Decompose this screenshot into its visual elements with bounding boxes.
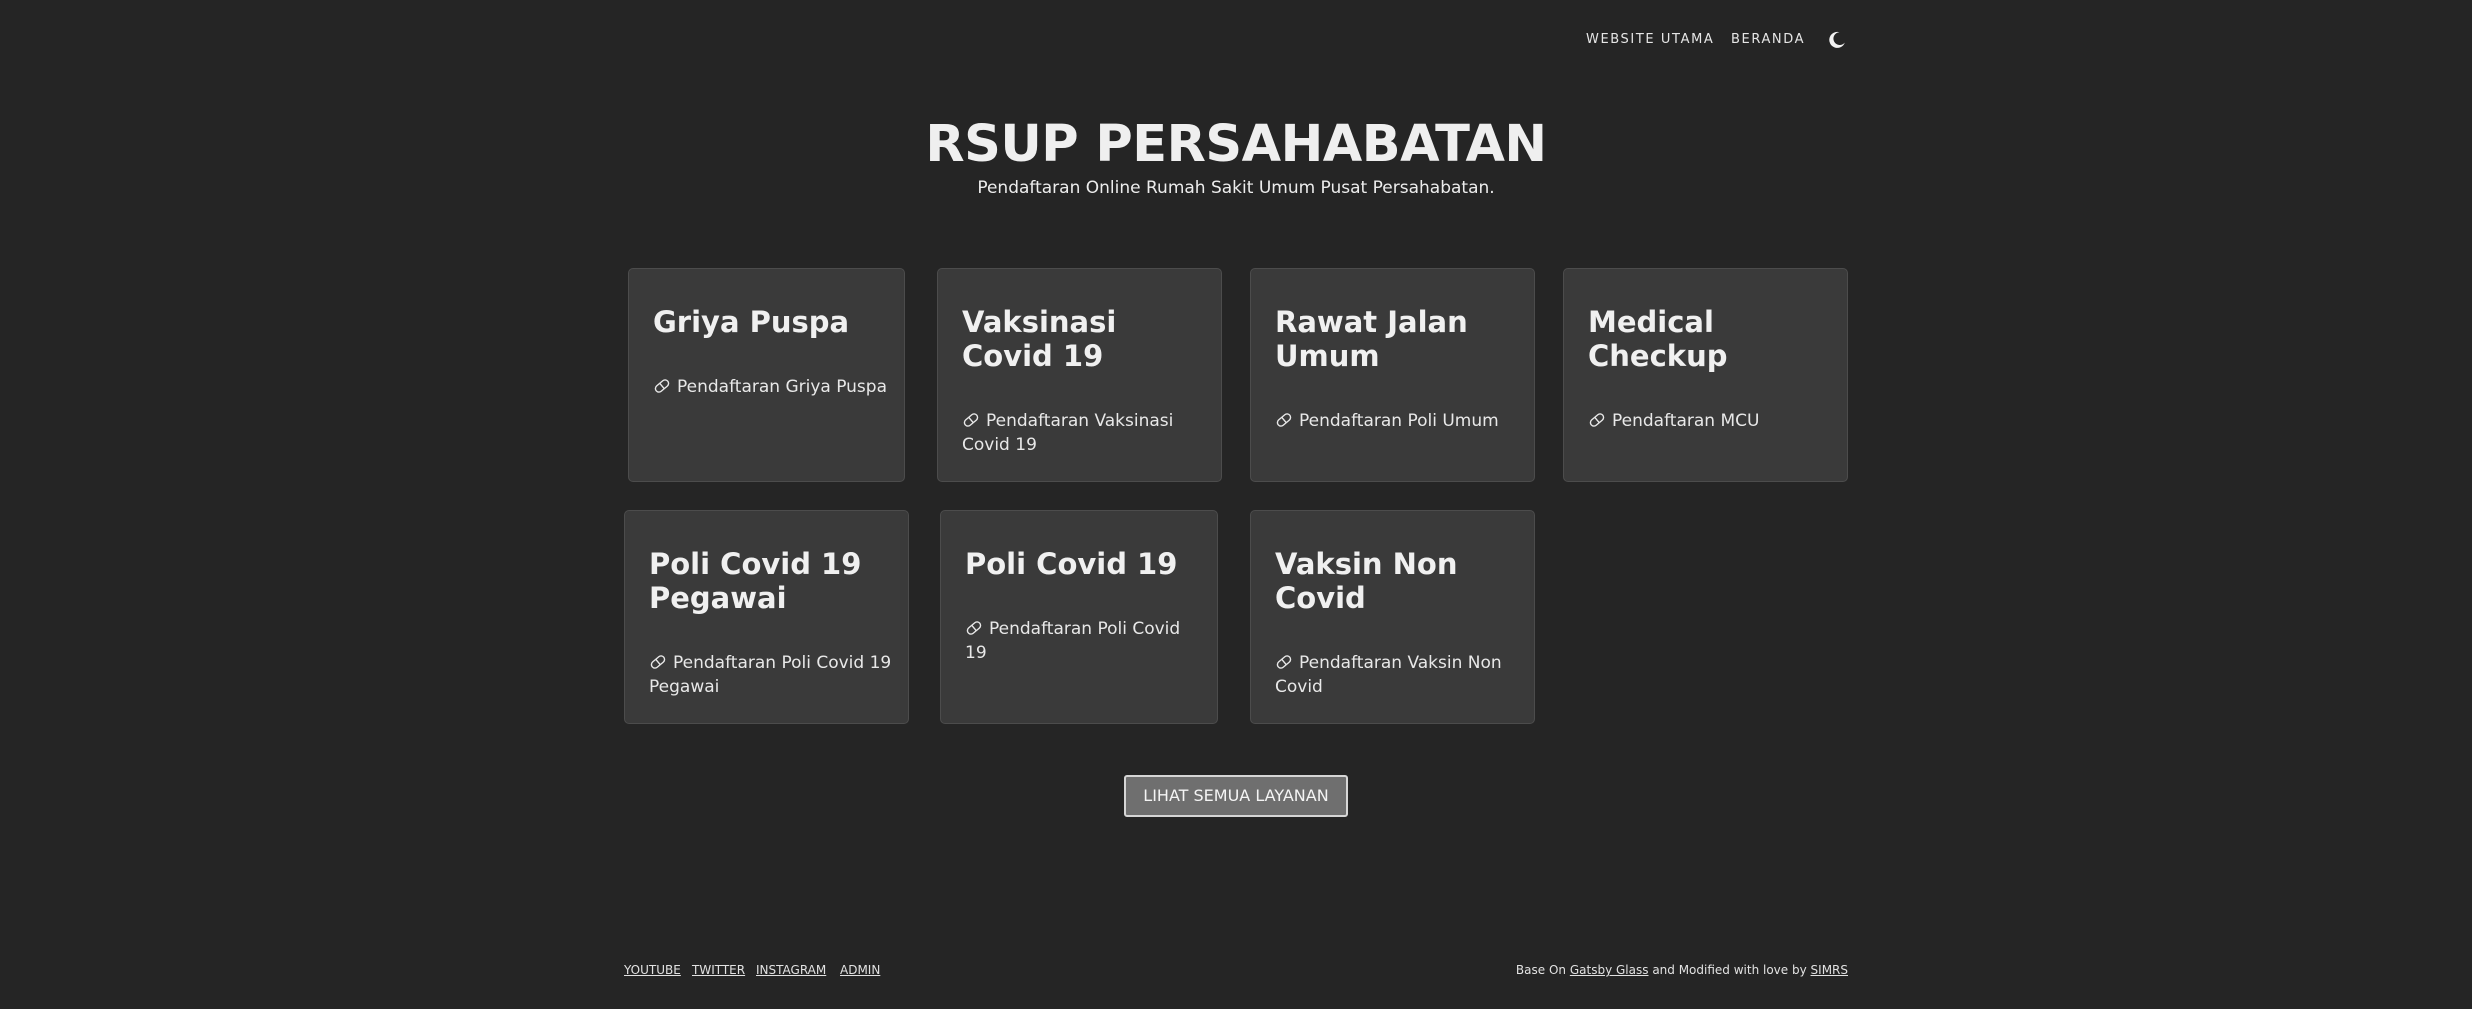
pill-icon (654, 379, 670, 393)
credit-base-link[interactable]: Gatsby Glass (1570, 963, 1649, 977)
service-card-griya-puspa[interactable]: Griya Puspa Pendaftaran Griya Puspa (628, 268, 905, 482)
service-card-rawat-jalan-umum[interactable]: Rawat Jalan Umum Pendaftaran Poli Umum (1250, 268, 1535, 482)
card-link[interactable]: Pendaftaran Poli Covid 19 (965, 617, 1205, 665)
card-title: Rawat Jalan Umum (1275, 305, 1468, 373)
card-link-label: Pendaftaran Vaksin Non Covid (1275, 653, 1502, 697)
card-link-label: Pendaftaran Vaksinasi Covid 19 (962, 411, 1174, 455)
service-card-poli-covid-19-pegawai[interactable]: Poli Covid 19 Pegawai Pendaftaran Poli C… (624, 510, 909, 724)
footer-link-instagram[interactable]: INSTAGRAM (756, 962, 826, 978)
credit-author-link[interactable]: SIMRS (1811, 963, 1848, 977)
card-link[interactable]: Pendaftaran Vaksinasi Covid 19 (962, 409, 1209, 457)
pill-icon (650, 655, 666, 669)
card-link[interactable]: Pendaftaran Poli Covid 19 Pegawai (649, 651, 896, 699)
card-title: Poli Covid 19 Pegawai (649, 547, 862, 615)
card-link-label: Pendaftaran Poli Covid 19 Pegawai (649, 653, 892, 697)
nav-link-website-utama[interactable]: WEBSITE UTAMA (1586, 31, 1714, 49)
page-subtitle: Pendaftaran Online Rumah Sakit Umum Pusa… (977, 178, 1495, 198)
nav-link-beranda[interactable]: BERANDA (1731, 31, 1805, 49)
service-card-poli-covid-19[interactable]: Poli Covid 19 Pendaftaran Poli Covid 19 (940, 510, 1218, 724)
card-title: Griya Puspa (653, 305, 850, 339)
footer-link-twitter[interactable]: TWITTER (692, 962, 745, 978)
footer-credit: Base On Gatsby Glass and Modified with l… (1516, 962, 1848, 978)
service-card-vaksin-non-covid[interactable]: Vaksin Non Covid Pendaftaran Vaksin Non … (1250, 510, 1535, 724)
card-title: Medical Checkup (1588, 305, 1728, 373)
pill-icon (1589, 413, 1605, 427)
footer-link-youtube[interactable]: YOUTUBE (624, 962, 681, 978)
footer-link-admin[interactable]: ADMIN (840, 962, 880, 978)
service-card-medical-checkup[interactable]: Medical Checkup Pendaftaran MCU (1563, 268, 1848, 482)
card-link-label: Pendaftaran Griya Puspa (677, 377, 888, 397)
card-link[interactable]: Pendaftaran Poli Umum (1275, 409, 1522, 433)
pill-icon (963, 413, 979, 427)
card-link[interactable]: Pendaftaran MCU (1588, 409, 1835, 433)
credit-prefix: Base On (1515, 963, 1567, 977)
pill-icon (1276, 655, 1292, 669)
page-title: RSUP PERSAHABATAN (925, 115, 1547, 174)
card-link-label: Pendaftaran Poli Covid 19 (965, 619, 1181, 663)
card-link[interactable]: Pendaftaran Griya Puspa (653, 375, 892, 399)
moon-icon[interactable] (1827, 30, 1847, 50)
card-title: Vaksinasi Covid 19 (962, 305, 1117, 373)
pill-icon (1276, 413, 1292, 427)
credit-middle: and Modified with love by (1652, 963, 1807, 977)
card-link-label: Pendaftaran MCU (1612, 411, 1760, 431)
service-card-vaksinasi-covid-19[interactable]: Vaksinasi Covid 19 Pendaftaran Vaksinasi… (937, 268, 1222, 482)
see-all-services-button[interactable]: LIHAT SEMUA LAYANAN (1124, 775, 1348, 817)
card-link-label: Pendaftaran Poli Umum (1299, 411, 1499, 431)
card-title: Vaksin Non Covid (1275, 547, 1458, 615)
card-link[interactable]: Pendaftaran Vaksin Non Covid (1275, 651, 1522, 699)
pill-icon (966, 621, 982, 635)
card-title: Poli Covid 19 (965, 547, 1178, 581)
